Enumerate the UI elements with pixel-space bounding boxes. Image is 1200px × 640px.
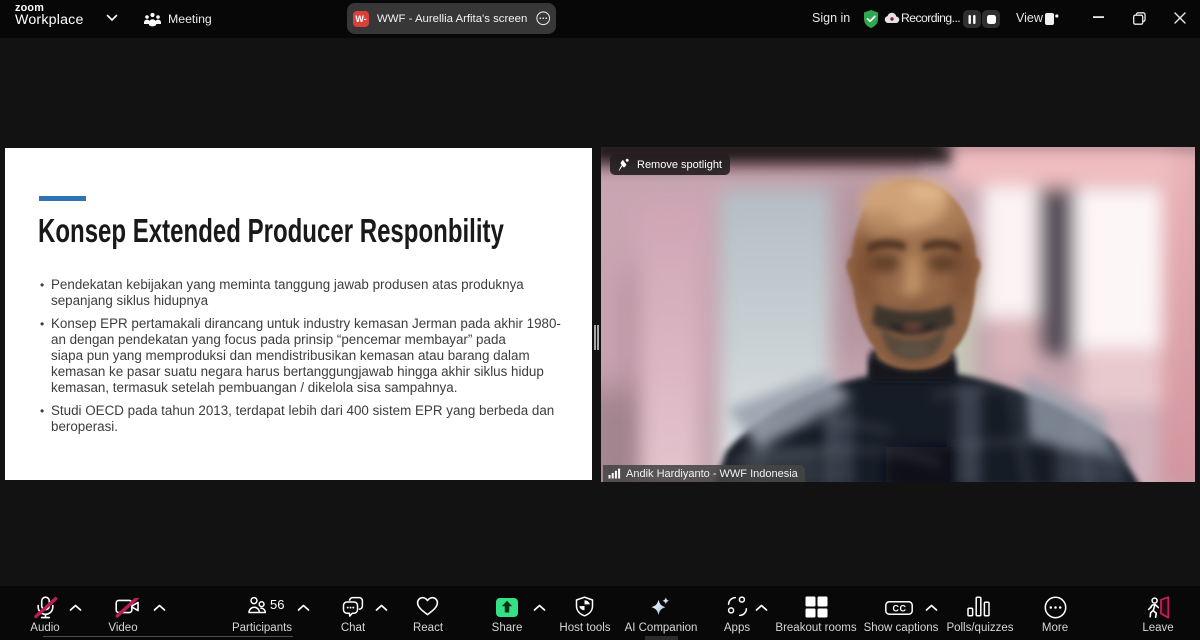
- svg-text:C: C: [900, 604, 907, 614]
- svg-text:C: C: [893, 604, 900, 614]
